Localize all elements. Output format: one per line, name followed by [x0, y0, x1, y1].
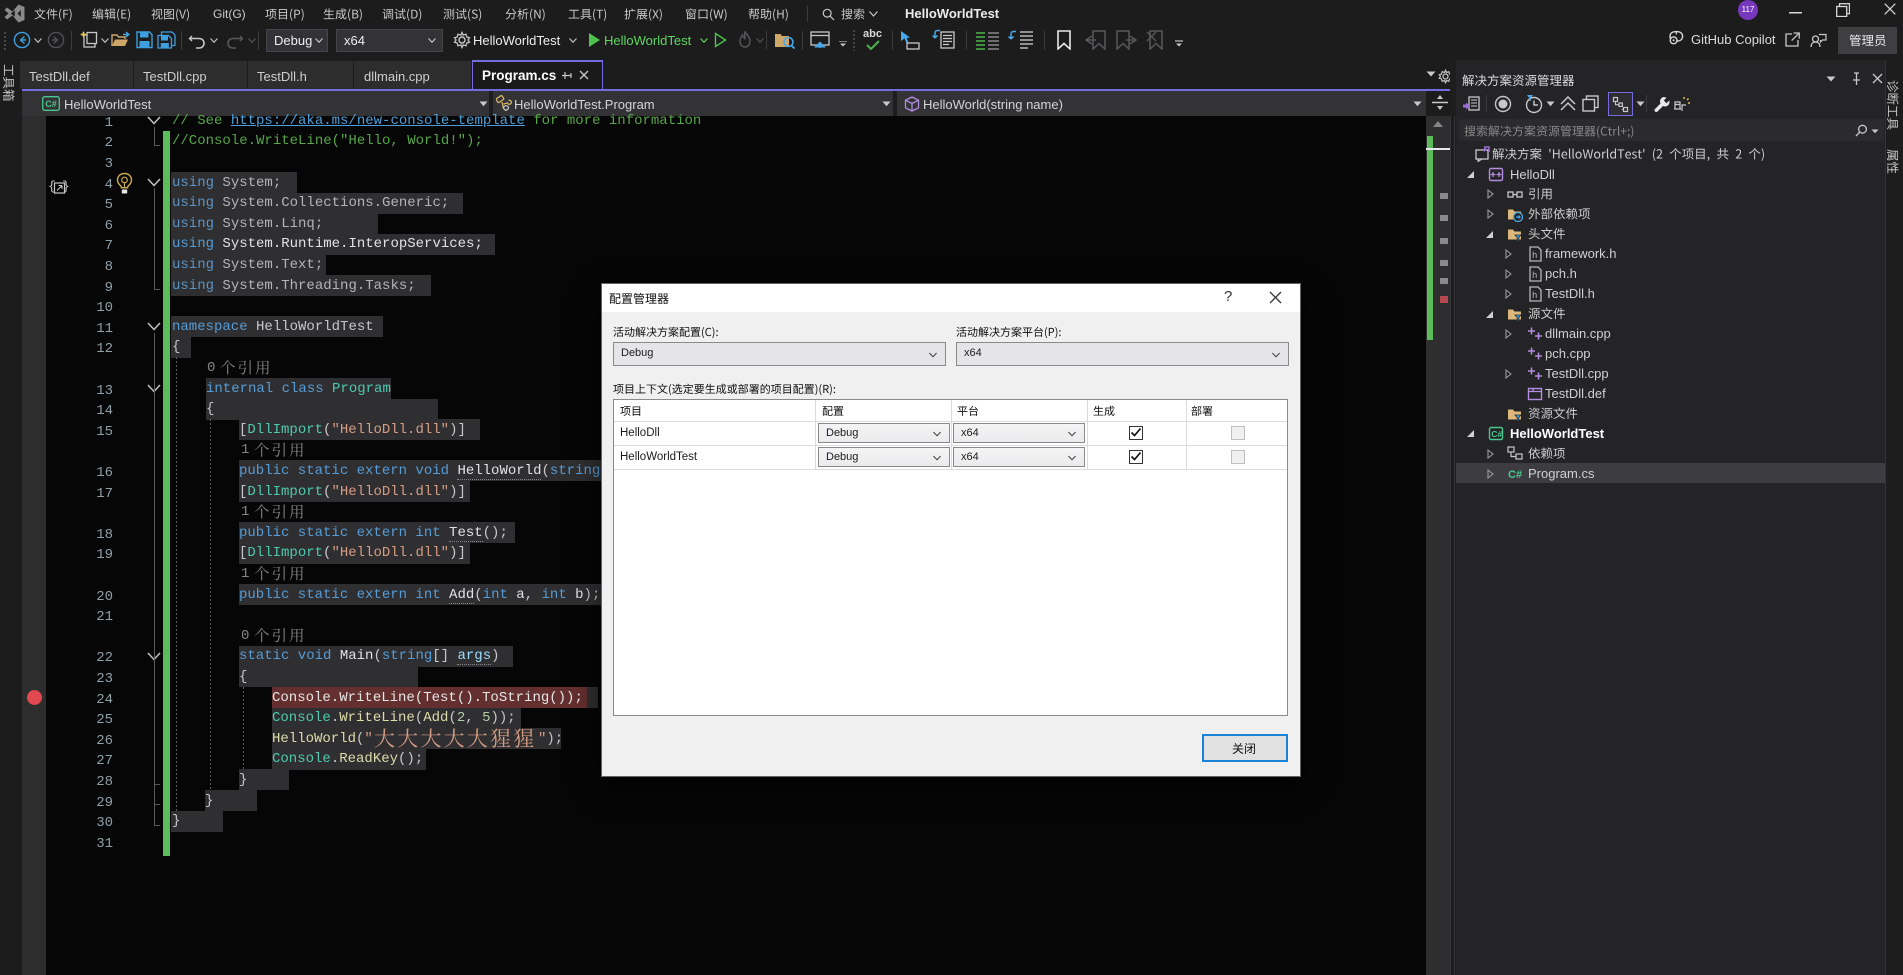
svg-text:C#: C#: [1508, 469, 1522, 481]
svg-text:C#: C#: [45, 99, 57, 109]
svg-text:h: h: [1532, 251, 1537, 261]
svg-text:C#: C#: [1491, 429, 1502, 439]
svg-text:h: h: [1532, 271, 1537, 281]
svg-text:h: h: [1532, 291, 1537, 301]
